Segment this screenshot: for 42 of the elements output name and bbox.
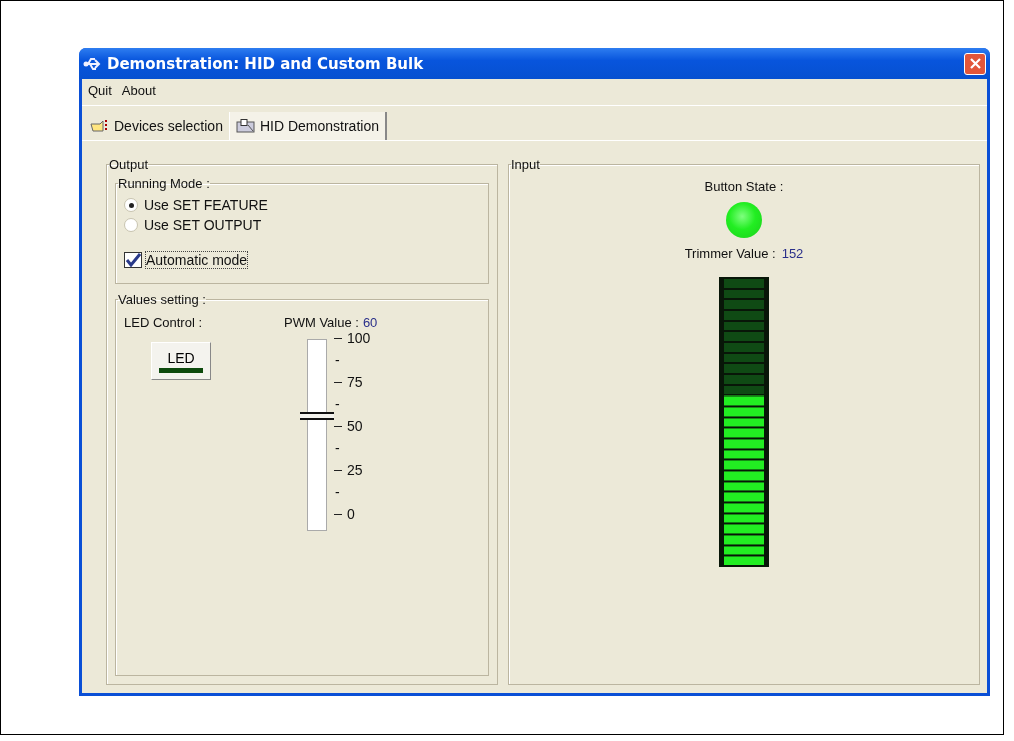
trimmer-value: 152 bbox=[781, 246, 804, 261]
radio-label[interactable]: Use SET OUTPUT bbox=[144, 217, 262, 233]
scale-label: - bbox=[334, 396, 340, 412]
tick-mark bbox=[334, 425, 342, 427]
radio-label[interactable]: Use SET FEATURE bbox=[144, 197, 268, 213]
device-icon bbox=[235, 119, 256, 133]
scale-label: 75 bbox=[347, 374, 363, 390]
field-label: Trimmer Value : bbox=[684, 246, 776, 261]
scale-label: 0 bbox=[347, 506, 355, 522]
tick-mark bbox=[334, 381, 342, 383]
window-title: Demonstration: HID and Custom Bulk bbox=[107, 54, 425, 73]
radio-button[interactable] bbox=[124, 218, 138, 232]
scale-label: - bbox=[334, 440, 340, 456]
vertical-slider[interactable] bbox=[300, 336, 334, 534]
usb-icon bbox=[83, 55, 101, 72]
radio-button[interactable] bbox=[124, 198, 138, 212]
menu-item[interactable]: Quit bbox=[88, 83, 112, 101]
tab[interactable]: HID Demonstration bbox=[228, 112, 387, 140]
scale-label: - bbox=[334, 352, 340, 368]
group-label: Input bbox=[511, 157, 540, 172]
scale-label: 100 bbox=[347, 330, 371, 346]
field-label: LED Control : bbox=[124, 315, 203, 330]
field-label: Button State : bbox=[704, 179, 784, 194]
menu-item[interactable]: About bbox=[121, 83, 156, 101]
pwm-value: 60 bbox=[362, 315, 378, 330]
scale-label: 50 bbox=[347, 418, 363, 434]
tick-mark bbox=[334, 469, 342, 471]
group-label: Running Mode : bbox=[118, 176, 210, 191]
close-button[interactable] bbox=[964, 52, 986, 75]
group-label: Values setting : bbox=[118, 292, 206, 307]
slider-thumb[interactable] bbox=[300, 412, 334, 420]
scale-label: - bbox=[334, 484, 340, 500]
check-icon bbox=[125, 253, 141, 267]
tick-mark bbox=[334, 337, 342, 339]
group-label: Output bbox=[109, 157, 149, 172]
tick-mark bbox=[334, 513, 342, 515]
close-icon bbox=[969, 58, 981, 69]
checkbox-label[interactable]: Automatic mode bbox=[145, 251, 249, 269]
checkbox[interactable] bbox=[124, 252, 142, 268]
field-label: PWM Value : bbox=[284, 315, 359, 330]
scale-label: 25 bbox=[347, 462, 363, 478]
led-button[interactable]: LED bbox=[151, 342, 211, 380]
